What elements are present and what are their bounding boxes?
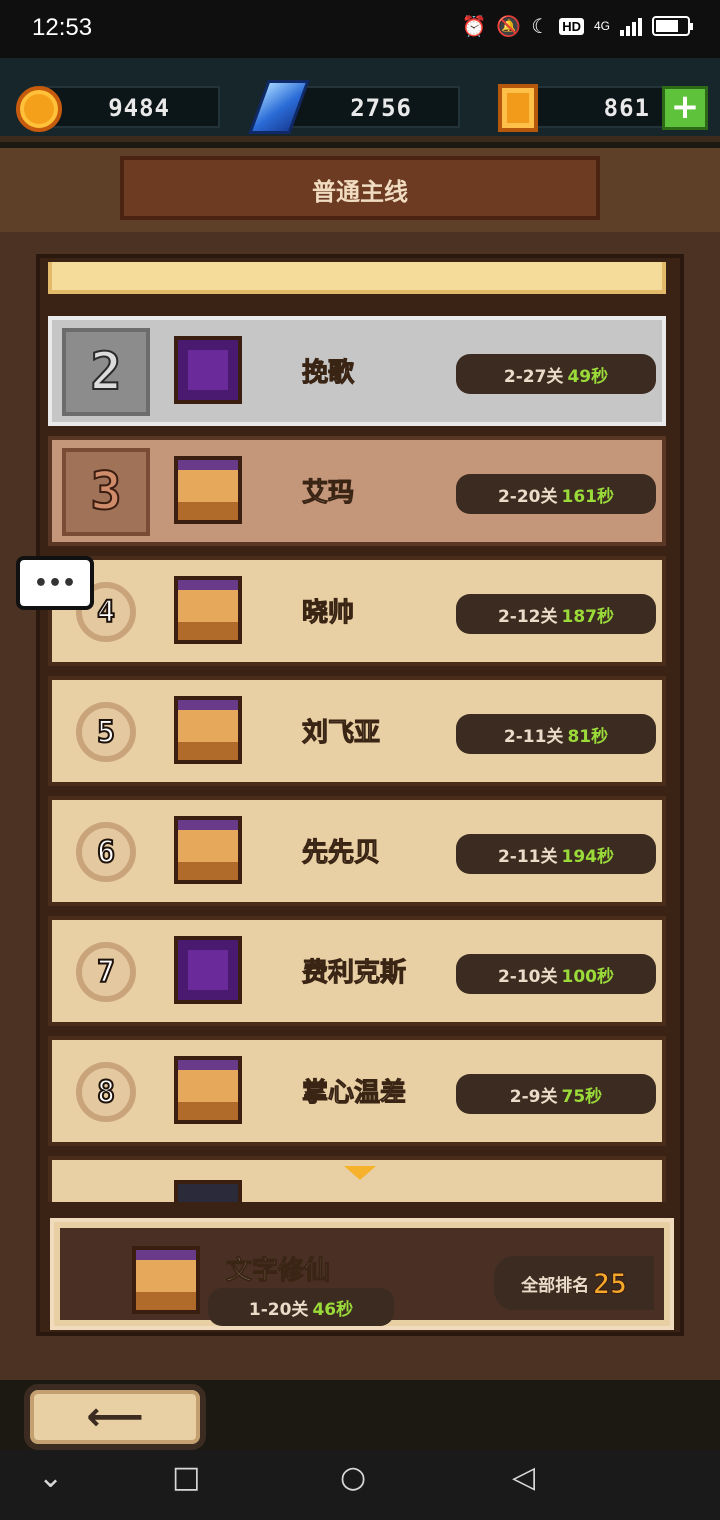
stage-label: 2-20关: [497, 486, 558, 507]
my-time-label: 46秒: [312, 1299, 354, 1320]
my-stage-label: 1-20关: [248, 1299, 309, 1320]
overall-rank-label: 全部排名: [521, 1275, 590, 1296]
avatar-icon: [174, 1180, 242, 1202]
rank-badge: 8: [76, 1062, 136, 1122]
clock: 12:53: [32, 14, 93, 41]
rank-badge: 7: [76, 942, 136, 1002]
stage-label: 2-27关: [503, 366, 564, 387]
token-icon: [498, 84, 538, 132]
mute-icon: 🔕: [496, 14, 522, 38]
page-title: 普通主线: [312, 178, 408, 206]
knight-avatar-icon: [174, 696, 242, 764]
table-row[interactable]: 6 先先贝 2-11关 194秒: [48, 796, 666, 906]
player-name: 晓帅: [301, 598, 355, 629]
player-name: 掌心温差: [301, 1078, 407, 1109]
table-row-rank-1[interactable]: [48, 262, 666, 294]
score-pill: 2-27关 49秒: [456, 354, 656, 394]
score-pill: 2-10关 100秒: [456, 954, 656, 994]
currency-bar: 9484 2756 861 +: [0, 58, 720, 142]
signal-icon: [620, 16, 642, 36]
battery-icon: [652, 16, 693, 36]
nav-back-icon[interactable]: ◁: [512, 1460, 535, 1495]
skull-avatar-icon: [174, 336, 242, 404]
time-label: 49秒: [567, 366, 609, 387]
coin-value: 9484: [108, 94, 170, 122]
add-currency-button[interactable]: +: [662, 86, 708, 130]
stage-label: 2-11关: [503, 726, 564, 747]
player-name: 艾玛: [301, 478, 355, 509]
score-pill: 2-11关 194秒: [456, 834, 656, 874]
gem-value: 2756: [350, 94, 412, 122]
back-button[interactable]: ⟵: [24, 1384, 206, 1450]
system-nav-bar: ⌄ □ ○ ◁: [0, 1450, 720, 1520]
time-label: 194秒: [561, 846, 615, 867]
rank-badge: 5: [76, 702, 136, 762]
status-icons: ⏰ 🔕 ☾ HD 4G: [461, 14, 693, 38]
my-name: 文字修仙: [225, 1256, 331, 1287]
leaderboard-list[interactable]: 2 挽歌 2-27关 49秒 3 艾玛 2-20关 161秒 4 晓帅 2-12…: [48, 262, 668, 1202]
scroll-down-arrow-icon[interactable]: [344, 1166, 376, 1180]
nav-circle-icon[interactable]: ○: [340, 1460, 366, 1495]
status-bar: 12:53 ⏰ 🔕 ☾ HD 4G: [0, 0, 720, 58]
knight-avatar-icon: [174, 456, 242, 524]
token-value: 861: [603, 94, 650, 122]
stage-label: 2-9关: [509, 1086, 558, 1107]
table-row[interactable]: 2 挽歌 2-27关 49秒: [48, 316, 666, 426]
overall-rank-value: 25: [593, 1266, 628, 1300]
rank-badge: 2: [62, 328, 150, 416]
chat-bubble-icon[interactable]: •••: [16, 556, 94, 610]
network-type-icon: 4G: [593, 19, 610, 33]
player-name: 费利克斯: [301, 958, 407, 989]
score-pill: 2-20关 161秒: [456, 474, 656, 514]
stage-label: 2-10关: [497, 966, 558, 987]
knight-avatar-icon: [174, 816, 242, 884]
player-name: 刘飞亚: [301, 718, 381, 749]
score-pill: 2-12关 187秒: [456, 594, 656, 634]
coin-icon: [16, 86, 62, 132]
table-row[interactable]: 8 掌心温差 2-9关 75秒: [48, 1036, 666, 1146]
title-banner: 普通主线: [120, 156, 600, 220]
skull-avatar-icon: [174, 936, 242, 1004]
rank-badge: 6: [76, 822, 136, 882]
score-pill: 2-9关 75秒: [456, 1074, 656, 1114]
nav-down-icon[interactable]: ⌄: [38, 1460, 63, 1495]
banner-area: 普通主线: [0, 148, 720, 238]
moon-icon: ☾: [531, 14, 550, 38]
my-rank-row: 文字修仙 1-20关 46秒 全部排名 25: [50, 1218, 674, 1330]
score-pill: 2-11关 81秒: [456, 714, 656, 754]
time-label: 100秒: [561, 966, 615, 987]
overall-rank: 全部排名 25: [494, 1256, 654, 1310]
time-label: 75秒: [561, 1086, 603, 1107]
hd-icon: HD: [559, 17, 584, 35]
time-label: 187秒: [561, 606, 615, 627]
nav-home-icon[interactable]: □: [172, 1460, 200, 1495]
stage-label: 2-12关: [497, 606, 558, 627]
my-rank-panel: 文字修仙 1-20关 46秒 全部排名 25: [60, 1228, 664, 1326]
knight-avatar-icon: [174, 1056, 242, 1124]
knight-avatar-icon: [174, 576, 242, 644]
time-label: 81秒: [567, 726, 609, 747]
table-row[interactable]: 5 刘飞亚 2-11关 81秒: [48, 676, 666, 786]
knight-avatar-icon: [132, 1246, 200, 1314]
rank-badge: 3: [62, 448, 150, 536]
player-name: 挽歌: [301, 358, 355, 389]
gem-counter: 2756: [284, 86, 460, 128]
alarm-icon: ⏰: [461, 14, 487, 38]
time-label: 161秒: [561, 486, 615, 507]
stage-label: 2-11关: [497, 846, 558, 867]
player-name: 先先贝: [301, 838, 381, 869]
token-counter: 861: [524, 86, 674, 128]
coin-counter: 9484: [40, 86, 220, 128]
table-row[interactable]: 3 艾玛 2-20关 161秒: [48, 436, 666, 546]
table-row[interactable]: 4 晓帅 2-12关 187秒: [48, 556, 666, 666]
table-row[interactable]: 7 费利克斯 2-10关 100秒: [48, 916, 666, 1026]
my-score-pill: 1-20关 46秒: [208, 1288, 394, 1326]
